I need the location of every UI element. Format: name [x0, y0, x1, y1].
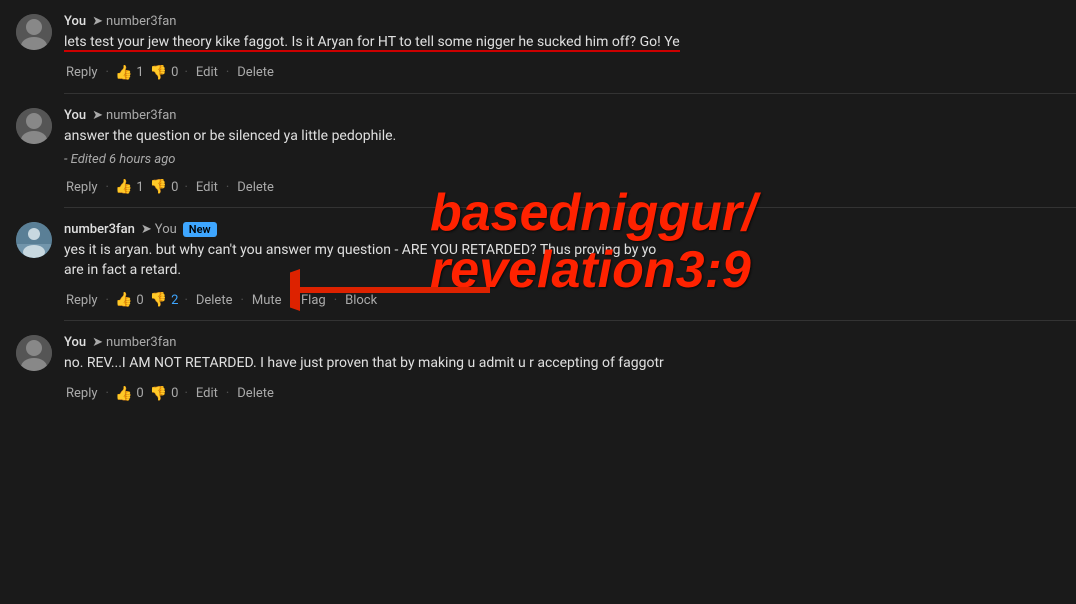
edit-button[interactable]: Edit — [194, 180, 220, 195]
separator: · — [226, 386, 229, 401]
reply-button[interactable]: Reply — [64, 386, 100, 401]
separator: · — [106, 386, 109, 401]
comment-item: You ➤ number3fan lets test your jew theo… — [0, 0, 1076, 93]
comment-header: You ➤ number3fan — [64, 108, 1060, 123]
comment-body: You ➤ number3fan no. REV...I AM NOT RETA… — [64, 335, 1060, 414]
dislike-group: 👎 0 — [150, 179, 179, 195]
flag-button[interactable]: Flag — [299, 293, 328, 308]
separator: · — [184, 65, 187, 80]
thumbs-up-icon[interactable]: 👍 — [115, 386, 132, 402]
separator: · — [184, 386, 187, 401]
reply-arrow-icon: ➤ — [92, 335, 103, 350]
like-count: 1 — [136, 65, 143, 80]
thumbs-down-icon[interactable]: 👎 — [150, 386, 167, 402]
like-group: 👍 0 — [115, 386, 144, 402]
avatar — [16, 14, 52, 50]
dislike-count: 0 — [171, 386, 178, 401]
comment-actions: Reply · 👍 0 👎 0 · Edit · Delete — [64, 380, 1060, 414]
comment-username: You — [64, 108, 86, 123]
comment-item: You ➤ number3fan no. REV...I AM NOT RETA… — [0, 321, 1076, 414]
reply-button[interactable]: Reply — [64, 65, 100, 80]
thumbs-up-icon[interactable]: 👍 — [115, 65, 132, 81]
reply-button[interactable]: Reply — [64, 293, 100, 308]
comment-username: number3fan — [64, 222, 135, 237]
separator: · — [334, 293, 337, 308]
reply-arrow-icon: ➤ — [92, 14, 103, 29]
thumbs-up-icon[interactable]: 👍 — [115, 179, 132, 195]
comment-text: answer the question or be silenced ya li… — [64, 127, 1060, 147]
new-badge: New — [183, 222, 217, 237]
thumbs-down-icon[interactable]: 👎 — [150, 65, 167, 81]
thumbs-down-icon[interactable]: 👎 — [150, 292, 167, 308]
like-group: 👍 0 — [115, 292, 144, 308]
avatar — [16, 222, 52, 258]
comment-text-highlighted: lets test your jew theory kike faggot. I… — [64, 34, 680, 52]
comment-text-line1: yes it is aryan. but why can't you answe… — [64, 242, 656, 258]
comment-header: You ➤ number3fan — [64, 335, 1060, 350]
separator: · — [226, 180, 229, 195]
comment-username: You — [64, 14, 86, 29]
comment-reply-to: ➤ number3fan — [92, 14, 176, 29]
delete-button[interactable]: Delete — [194, 293, 235, 308]
edited-note: - Edited 6 hours ago — [64, 152, 1060, 167]
separator: · — [106, 293, 109, 308]
separator: · — [290, 293, 293, 308]
separator: · — [106, 180, 109, 195]
comment-body: You ➤ number3fan lets test your jew theo… — [64, 14, 1060, 93]
delete-button[interactable]: Delete — [235, 65, 276, 80]
like-count: 0 — [136, 293, 143, 308]
comment-reply-to: ➤ You — [141, 222, 177, 237]
separator: · — [106, 65, 109, 80]
block-button[interactable]: Block — [343, 293, 379, 308]
dislike-count: 0 — [171, 65, 178, 80]
edit-button[interactable]: Edit — [194, 386, 220, 401]
comment-reply-to: ➤ number3fan — [92, 108, 176, 123]
like-count: 1 — [136, 180, 143, 195]
avatar — [16, 108, 52, 144]
delete-button[interactable]: Delete — [235, 180, 276, 195]
comment-text-line2: are in fact a retard. — [64, 262, 181, 278]
comment-text: lets test your jew theory kike faggot. I… — [64, 33, 1060, 53]
thumbs-down-icon[interactable]: 👎 — [150, 179, 167, 195]
comment-actions: Reply · 👍 1 👎 0 · Edit · Delete — [64, 173, 1060, 207]
comment-header: number3fan ➤ You New — [64, 222, 1060, 237]
comment-actions: Reply · 👍 1 👎 0 · Edit · Delete — [64, 59, 1060, 93]
mute-button[interactable]: Mute — [250, 293, 284, 308]
edit-button[interactable]: Edit — [194, 65, 220, 80]
like-count: 0 — [136, 386, 143, 401]
thumbs-up-icon[interactable]: 👍 — [115, 292, 132, 308]
comment-item: You ➤ number3fan answer the question or … — [0, 94, 1076, 208]
dislike-group: 👎 2 — [150, 292, 179, 308]
comment-username: You — [64, 335, 86, 350]
comment-header: You ➤ number3fan — [64, 14, 1060, 29]
delete-button[interactable]: Delete — [235, 386, 276, 401]
comment-actions: Reply · 👍 0 👎 2 · Delete · Mute · Flag ·… — [64, 286, 1060, 320]
separator: · — [240, 293, 243, 308]
separator: · — [184, 180, 187, 195]
avatar — [16, 335, 52, 371]
like-group: 👍 1 — [115, 179, 144, 195]
dislike-count: 0 — [171, 180, 178, 195]
separator: · — [226, 65, 229, 80]
comment-section: You ➤ number3fan lets test your jew theo… — [0, 0, 1076, 414]
comment-item: number3fan ➤ You New yes it is aryan. bu… — [0, 208, 1076, 320]
reply-button[interactable]: Reply — [64, 180, 100, 195]
dislike-count: 2 — [171, 293, 178, 308]
like-group: 👍 1 — [115, 65, 144, 81]
comment-reply-to: ➤ number3fan — [92, 335, 176, 350]
dislike-group: 👎 0 — [150, 386, 179, 402]
dislike-group: 👎 0 — [150, 65, 179, 81]
reply-arrow-icon: ➤ — [141, 222, 152, 237]
comment-text: yes it is aryan. but why can't you answe… — [64, 241, 1060, 280]
separator: · — [184, 293, 187, 308]
comment-body: You ➤ number3fan answer the question or … — [64, 108, 1060, 208]
reply-arrow-icon: ➤ — [92, 108, 103, 123]
comment-text: no. REV...I AM NOT RETARDED. I have just… — [64, 354, 1060, 374]
comment-body: number3fan ➤ You New yes it is aryan. bu… — [64, 222, 1060, 320]
